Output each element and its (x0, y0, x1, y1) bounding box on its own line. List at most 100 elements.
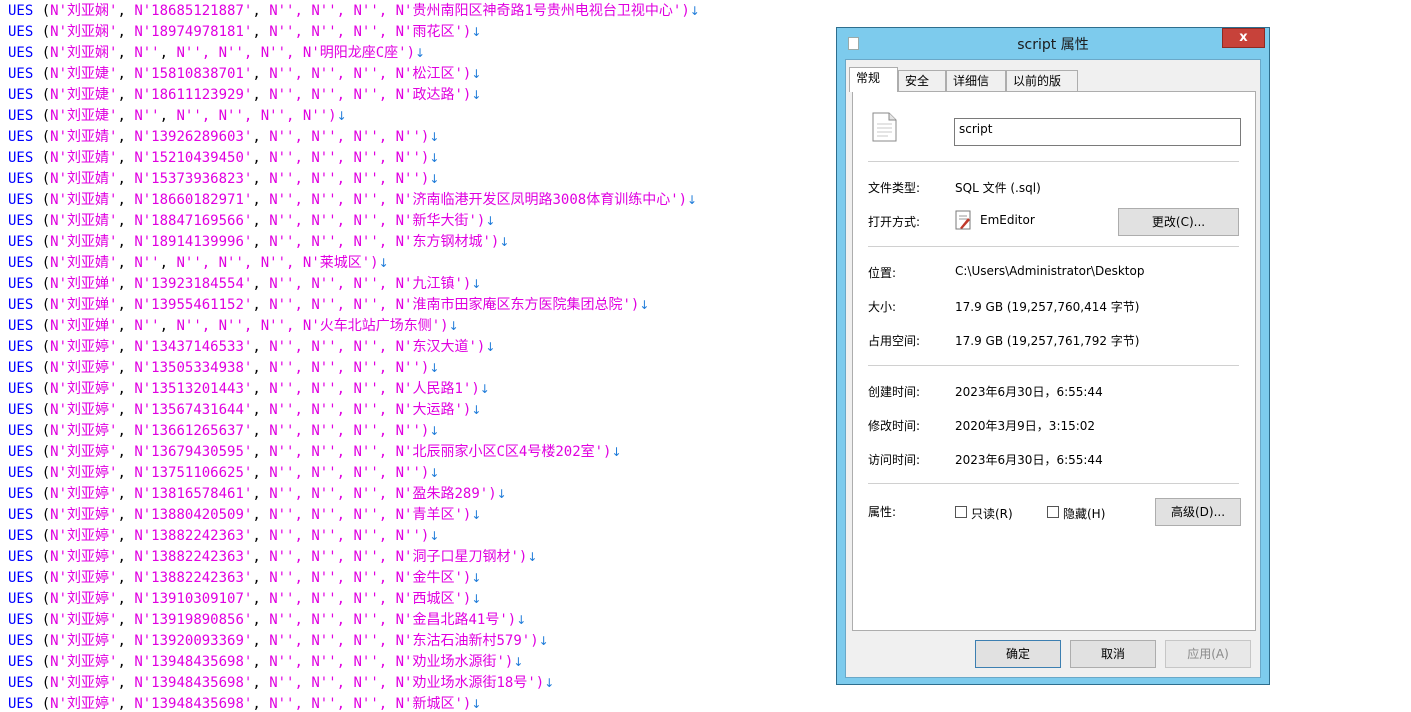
address-value: N'', N'', N'', N'新城区') (269, 696, 472, 712)
address-value: N'', N'', N'', N'金牛区') (269, 570, 472, 586)
newline-marker-icon: ↓ (499, 235, 510, 249)
sql-keyword: UES (8, 528, 34, 544)
close-button[interactable]: x (1222, 28, 1265, 48)
phone-value: N'15810838701' (134, 66, 253, 82)
address-value: N'', N'', N'', N'火车北站广场东侧') (176, 318, 449, 334)
phone-value: N'13926289603' (134, 129, 253, 145)
code-line: UES (N'刘亚婧', N'13926289603', N'', N'', N… (8, 129, 440, 145)
document-icon (872, 112, 897, 142)
phone-value: N'18660182971' (134, 192, 253, 208)
phone-value: N'13948435698' (134, 675, 253, 691)
opens-with-value: EmEditor (980, 213, 1035, 227)
code-line: UES (N'刘亚婷', N'13882242363', N'', N'', N… (8, 549, 538, 565)
name-value: N'刘亚婷' (50, 654, 118, 670)
cancel-button[interactable]: 取消 (1070, 640, 1156, 668)
phone-value: N'13880420509' (134, 507, 253, 523)
name-value: N'刘亚婷' (50, 549, 118, 565)
code-line: UES (N'刘亚婷', N'13567431644', N'', N'', N… (8, 402, 482, 418)
address-value: N'', N'', N'', N'新华大街') (269, 213, 486, 229)
phone-value: N'13567431644' (134, 402, 253, 418)
name-value: N'刘亚婷' (50, 591, 118, 607)
name-value: N'刘亚婕' (50, 87, 118, 103)
newline-marker-icon: ↓ (471, 508, 482, 522)
separator (868, 161, 1239, 162)
editor-text-area[interactable]: UES (N'刘亚娴', N'18685121887', N'', N'', N… (0, 0, 830, 712)
apply-button[interactable]: 应用(A) (1165, 640, 1251, 668)
sql-keyword: UES (8, 108, 34, 124)
address-value: N'', N'', N'', N'北辰丽家小区C区4号楼202室') (269, 444, 612, 460)
phone-value: N'18685121887' (134, 3, 253, 19)
code-line: UES (N'刘亚婧', N'', N'', N'', N'', N'莱城区')… (8, 255, 389, 271)
readonly-checkbox[interactable] (955, 506, 967, 518)
readonly-label[interactable]: 只读(R) (971, 505, 1013, 522)
address-value: N'', N'', N'', N'') (269, 465, 430, 481)
address-value: N'', N'', N'', N'东沽石油新村579') (269, 633, 539, 649)
code-line: UES (N'刘亚婷', N'13882242363', N'', N'', N… (8, 528, 440, 544)
file-name-input[interactable]: script (954, 118, 1241, 146)
newline-marker-icon: ↓ (471, 277, 482, 291)
name-value: N'刘亚婧' (50, 192, 118, 208)
size-on-disk-value: 17.9 GB (19,257,761,792 字节) (955, 334, 1140, 348)
name-value: N'刘亚婧' (50, 150, 118, 166)
tab-general[interactable]: 常规 (849, 67, 898, 92)
sql-keyword: UES (8, 591, 34, 607)
address-value: N'', N'', N'', N'青羊区') (269, 507, 472, 523)
name-value: N'刘亚婷' (50, 675, 118, 691)
code-line: UES (N'刘亚婷', N'13919890856', N'', N'', N… (8, 612, 527, 628)
address-value: N'', N'', N'', N'') (269, 528, 430, 544)
accessed-label: 访问时间: (868, 453, 921, 467)
code-line: UES (N'刘亚娴', N'18685121887', N'', N'', N… (8, 3, 700, 19)
code-line: UES (N'刘亚婷', N'13437146533', N'', N'', N… (8, 339, 496, 355)
phone-value: N'13505334938' (134, 360, 253, 376)
name-value: N'刘亚娴' (50, 45, 118, 61)
phone-value: N'13816578461' (134, 486, 253, 502)
created-label: 创建时间: (868, 385, 921, 399)
newline-marker-icon: ↓ (471, 88, 482, 102)
file-type-label: 文件类型: (868, 181, 921, 195)
address-value: N'', N'', N'', N'九江镇') (269, 276, 472, 292)
hidden-checkbox[interactable] (1047, 506, 1059, 518)
sql-keyword: UES (8, 465, 34, 481)
code-line: UES (N'刘亚娴', N'', N'', N'', N'', N'明阳龙座C… (8, 45, 426, 61)
advanced-button[interactable]: 高级(D)... (1155, 498, 1241, 526)
tab-previous-versions[interactable]: 以前的版本 (1006, 70, 1078, 109)
code-line: UES (N'刘亚婧', N'18847169566', N'', N'', N… (8, 213, 496, 229)
tab-security[interactable]: 安全 (898, 70, 946, 91)
tab-details[interactable]: 详细信息 (946, 70, 1006, 109)
address-value: N'', N'', N'', N'淮南市田家庵区东方医院集团总院') (269, 297, 640, 313)
newline-marker-icon: ↓ (471, 592, 482, 606)
hidden-label[interactable]: 隐藏(H) (1063, 505, 1105, 522)
newline-marker-icon: ↓ (485, 340, 496, 354)
separator (868, 246, 1239, 247)
newline-marker-icon: ↓ (538, 634, 549, 648)
sql-keyword: UES (8, 276, 34, 292)
address-value: N'', N'', N'', N'西城区') (269, 591, 472, 607)
name-value: N'刘亚婷' (50, 486, 118, 502)
phone-value: N'' (134, 318, 160, 334)
address-value: N'', N'', N'', N'盈朱路289') (269, 486, 497, 502)
newline-marker-icon: ↓ (687, 193, 698, 207)
newline-marker-icon: ↓ (471, 67, 482, 81)
name-value: N'刘亚婧' (50, 255, 118, 271)
code-line: UES (N'刘亚婵', N'13955461152', N'', N'', N… (8, 297, 650, 313)
code-line: UES (N'刘亚婷', N'13948435698', N'', N'', N… (8, 696, 482, 712)
ok-button[interactable]: 确定 (975, 640, 1061, 668)
code-line: UES (N'刘亚婷', N'13882242363', N'', N'', N… (8, 570, 482, 586)
sql-keyword: UES (8, 360, 34, 376)
newline-marker-icon: ↓ (471, 403, 482, 417)
address-value: N'', N'', N'', N'') (269, 423, 430, 439)
name-value: N'刘亚婷' (50, 444, 118, 460)
dialog-titlebar[interactable]: script 属性 x (837, 28, 1269, 58)
dialog-title: script 属性 (1017, 37, 1089, 53)
address-value: N'', N'', N'', N'洞子口星刀钢材') (269, 549, 528, 565)
size-on-disk-label: 占用空间: (868, 334, 921, 348)
newline-marker-icon: ↓ (479, 382, 490, 396)
newline-marker-icon: ↓ (471, 571, 482, 585)
phone-value: N'13948435698' (134, 696, 253, 712)
code-line: UES (N'刘亚婕', N'18611123929', N'', N'', N… (8, 87, 482, 103)
code-line: UES (N'刘亚婕', N'', N'', N'', N'', N'')↓ (8, 108, 347, 124)
general-panel: script 文件类型: SQL 文件 (.sql) 打开方式: EmEdito… (852, 91, 1256, 631)
code-line: UES (N'刘亚婷', N'13661265637', N'', N'', N… (8, 423, 440, 439)
newline-marker-icon: ↓ (496, 487, 507, 501)
change-button[interactable]: 更改(C)... (1118, 208, 1239, 236)
